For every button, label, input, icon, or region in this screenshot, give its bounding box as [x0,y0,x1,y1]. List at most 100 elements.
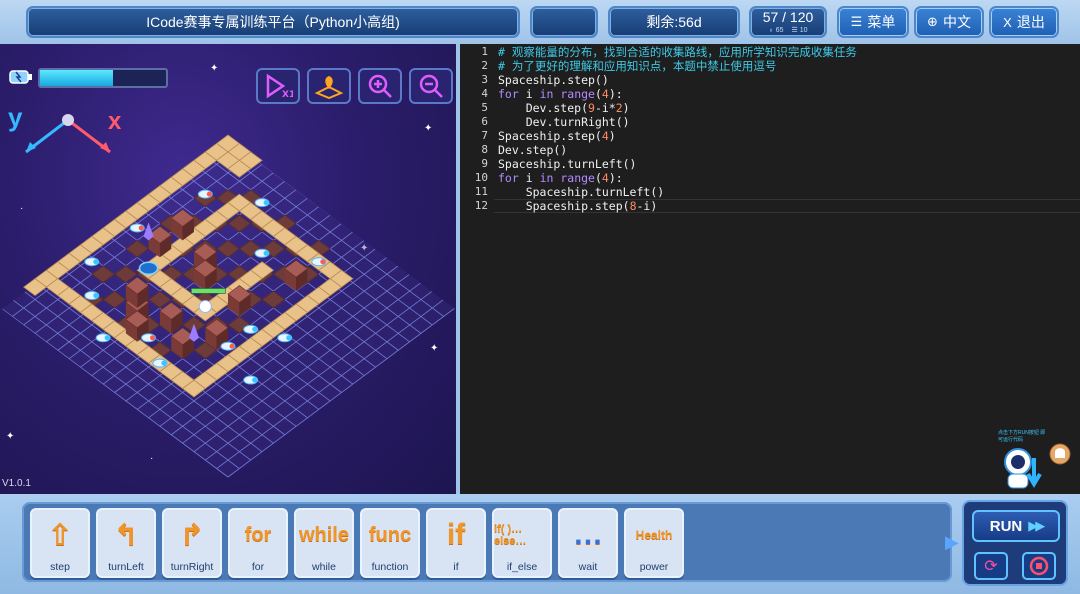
block-label: if_else [506,561,538,573]
step-icon: ⇧ [47,518,73,552]
platform-title: ICode赛事专属训练平台（Python小高组) [26,6,520,38]
code-editor[interactable]: 1 2 3 4 5 6 7 8 9 10 11 12 # 观察能量的分布，找到合适的收集路线，应用所学… [460,44,1080,494]
code-token: Spaceship.step( [498,129,602,143]
top-bar: ICode赛事专属训练平台（Python小高组) 剩余:56d 57 / 120… [0,0,1080,44]
block-step[interactable]: ⇧ step [30,508,90,578]
code-blocks-tray: ⇧ step ↰ turnLeft ↱ turnRight for for while while… [22,502,952,582]
remaining-days-text: 剩余:56d [646,14,702,30]
code-line[interactable]: Spaceship.turnLeft() [498,185,664,199]
line-number: 1 [481,45,488,58]
helper-robot-icon[interactable] [994,428,1078,492]
code-token: 9 [588,101,595,115]
remaining-days: 剩余:56d [608,6,740,38]
code-line[interactable]: for i in range(4): [498,171,623,185]
block-if[interactable]: if if [426,508,486,578]
fast-forward-icon: ▶▶ [1028,518,1045,533]
code-line[interactable]: Spaceship.step() [498,73,609,87]
line-number: 10 [474,171,488,184]
code-line[interactable]: Spaceship.turnLeft() [498,157,636,171]
code-token: Dev.step( [498,101,589,115]
block-label: function [371,561,409,573]
code-token: in [539,171,554,185]
run-controls: RUN ▶▶ ⟳ [962,500,1068,586]
block-label: turnLeft [108,561,144,573]
code-token: Spaceship.turnLeft() [498,185,665,199]
block-power[interactable]: Health power [624,508,684,578]
line-number: 9 [481,157,488,170]
line-number: 6 [481,115,488,128]
code-token: ): [608,87,623,101]
level-progress-count: 57 / 120 [762,9,814,25]
code-token: 8 [629,199,637,213]
energy-capsule-icon [277,333,293,343]
line-number: 4 [481,87,488,100]
code-line[interactable]: Dev.step(9-i*2) [498,101,630,115]
line-number: 2 [481,59,488,72]
progress-sub-right: ☰ 10 [791,27,808,34]
capsule-cap [93,259,99,265]
line-number: 3 [481,73,488,86]
block-for[interactable]: for for [228,508,288,578]
code-line[interactable]: Dev.turnRight() [498,115,630,129]
code-line[interactable]: # 观察能量的分布，找到合适的收集路线，应用所学知识完成收集任务 [498,45,857,59]
wait-icon: … [573,518,603,551]
energy-capsule-icon [152,358,168,368]
energy-capsule-icon [141,333,157,343]
game-board[interactable] [0,44,456,494]
game-scene[interactable]: ✦ ✦ ✦ · ✦ ✦ · ✦ X1 y x [0,44,456,494]
menu-button[interactable]: ☰ 菜单 [837,6,909,38]
code-token: Dev.step() [498,143,568,157]
capsule-cap [206,191,212,197]
capsule-cap [286,335,292,341]
dev-health-bar [191,288,226,294]
energy-capsule-icon [254,198,270,208]
energy-capsule-icon [84,291,100,301]
code-line[interactable]: # 为了更好的理解和应用知识点，本题中禁止使用逗号 [498,59,776,73]
close-icon: X [1003,14,1012,30]
line-number: 12 [474,199,488,212]
code-line[interactable]: Spaceship.step(8-i) [498,199,658,213]
capsule-cap [150,335,156,341]
version-label: V1.0.1 [2,478,31,489]
code-line[interactable]: Dev.step() [498,143,567,157]
block-label: turnRight [170,561,214,573]
run-button[interactable]: RUN ▶▶ [972,510,1060,542]
block-turnRight[interactable]: ↱ turnRight [162,508,222,578]
language-label: 中文 [942,14,971,30]
block-label: for [251,561,265,573]
line-number-gutter: 1 2 3 4 5 6 7 8 9 10 11 12 [460,44,494,494]
reset-button[interactable]: ⟳ [974,552,1008,580]
block-while[interactable]: while while [294,508,354,578]
code-token: ( [594,87,602,101]
code-token: 4 [601,129,609,143]
block-wait[interactable]: … wait [558,508,618,578]
level-progress-detail: ♁ 65 ☰ 10 [769,27,808,34]
stop-button[interactable] [1022,552,1056,580]
block-turnLeft[interactable]: ↰ turnLeft [96,508,156,578]
if-icon: if [446,518,466,551]
language-button[interactable]: ⊕ 中文 [914,6,984,38]
code-line[interactable]: Spaceship.step(4) [498,129,616,143]
block-function[interactable]: func function [360,508,420,578]
capsule-cap [138,225,144,231]
block-if-else[interactable]: if( )… else… if_else [492,508,552,578]
tray-scroll-right-icon[interactable]: ▶ [945,532,959,553]
code-token: -i) [636,199,658,213]
blank-panel [530,6,598,38]
code-token: ): [608,171,623,185]
energy-capsule-icon [254,248,270,258]
for-icon: for [244,523,272,546]
line-number: 8 [481,143,488,156]
code-token: 4 [601,171,609,185]
while-icon: while [298,523,349,546]
energy-capsule-icon [243,324,259,334]
energy-capsule-icon [129,223,145,233]
exit-button[interactable]: X 退出 [989,6,1059,38]
block-label: power [639,561,669,573]
menu-label: 菜单 [867,14,896,30]
bottom-toolbar: ⇧ step ↰ turnLeft ↱ turnRight for for while while… [0,494,1080,594]
line-number: 7 [481,129,488,142]
energy-capsule-icon [95,333,111,343]
code-line[interactable]: for i in range(4): [498,87,623,101]
capsule-cap [104,335,110,341]
